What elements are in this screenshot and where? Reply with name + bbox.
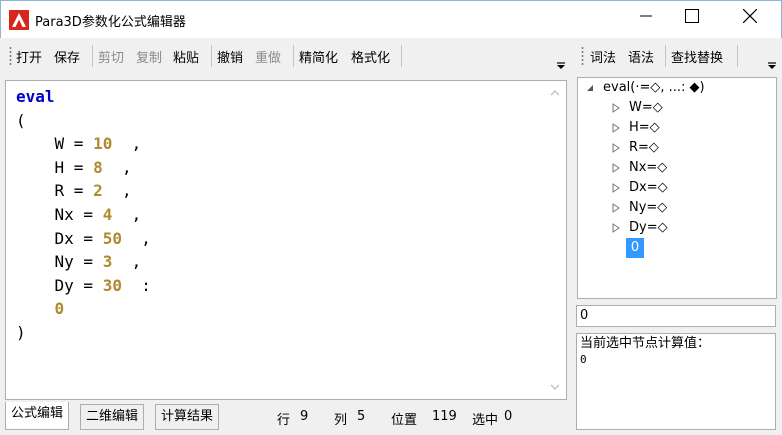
title-bar: Para3D参数化公式编辑器 — [0, 0, 782, 38]
toolbar-separator — [401, 45, 402, 67]
cut-button[interactable]: 剪切 — [98, 47, 124, 66]
window-title: Para3D参数化公式编辑器 — [35, 15, 186, 30]
formula-editor[interactable]: eval ( W = 10 , H = 8 , R = 2 , Nx = 4 ,… — [5, 80, 567, 400]
node-expression-field[interactable]: 0 — [576, 305, 776, 327]
param-value: 3 — [102, 252, 113, 272]
tree-node-selected[interactable]: 0 — [626, 238, 644, 258]
expanded-triangle-icon[interactable] — [585, 83, 595, 93]
tree-node-label: eval(·=◇, ...: ◆) — [603, 80, 705, 95]
edit-toolbar: 打开 保存 剪切 复制 粘贴 撤销 重做 精简化 格式化 — [5, 38, 569, 74]
param-value: 8 — [93, 157, 103, 177]
param-value: 4 — [102, 204, 113, 224]
minimize-button[interactable] — [623, 1, 669, 31]
collapsed-triangle-icon[interactable] — [611, 223, 621, 233]
analysis-toolbar: 词法 语法 查找替换 — [577, 38, 779, 74]
tab-calc-result[interactable]: 计算结果 — [155, 404, 220, 430]
toolbar-separator — [293, 45, 294, 67]
paste-button[interactable]: 粘贴 — [173, 47, 199, 66]
minimize-icon — [640, 15, 652, 16]
toolbar-overflow-icon[interactable] — [767, 62, 777, 70]
undo-button[interactable]: 撤销 — [217, 47, 243, 66]
param-name: Dx — [54, 228, 74, 248]
syntax-tree[interactable] — [577, 77, 777, 299]
param-value: 50 — [102, 228, 122, 248]
status-sel-value: 0 — [504, 409, 513, 424]
param-value: 30 — [102, 275, 122, 295]
scroll-down-icon[interactable] — [550, 383, 560, 391]
param-separator: , — [131, 204, 142, 224]
param-name: Nx — [54, 204, 74, 224]
result-value: 0 — [580, 353, 587, 366]
tree-node-label: R=◇ — [629, 140, 659, 155]
status-sel-label: 选中 — [472, 413, 499, 428]
maximize-button[interactable] — [669, 1, 715, 31]
toolbar-grip-icon[interactable] — [9, 46, 12, 66]
status-pos-value: 119 — [432, 409, 457, 424]
close-paren: ) — [16, 322, 26, 342]
editor-vertical-scrollbar[interactable] — [544, 81, 566, 399]
close-button[interactable] — [727, 1, 773, 31]
format-button[interactable]: 格式化 — [351, 47, 390, 66]
status-col-value: 5 — [357, 409, 366, 424]
tab-2d-edit[interactable]: 二维编辑 — [80, 404, 145, 430]
toolbar-separator — [211, 45, 212, 67]
param-separator: : — [141, 275, 151, 295]
find-replace-button[interactable]: 查找替换 — [671, 47, 723, 66]
status-row-value: 9 — [300, 409, 309, 424]
collapsed-triangle-icon[interactable] — [611, 163, 621, 173]
toolbar-separator — [665, 45, 666, 67]
redo-button[interactable]: 重做 — [255, 47, 281, 66]
eval-keyword: eval — [16, 87, 55, 106]
result-title: 当前选中节点计算值： — [580, 336, 711, 351]
copy-button[interactable]: 复制 — [136, 47, 162, 66]
save-button[interactable]: 保存 — [54, 47, 80, 66]
param-name: Dy — [54, 275, 74, 295]
param-separator: , — [141, 228, 151, 248]
tree-node-label: W=◇ — [629, 100, 663, 115]
simplify-button[interactable]: 精简化 — [299, 47, 338, 66]
collapsed-triangle-icon[interactable] — [611, 123, 621, 133]
status-col-label: 列 — [334, 413, 348, 428]
param-separator: , — [121, 181, 132, 201]
toolbar-overflow-icon[interactable] — [556, 62, 566, 70]
collapsed-triangle-icon[interactable] — [611, 103, 621, 113]
collapsed-triangle-icon[interactable] — [611, 203, 621, 213]
tree-node-label: Dy=◇ — [629, 220, 668, 235]
param-name: Ny — [54, 252, 74, 272]
toolbar-separator — [92, 45, 93, 67]
toolbar-separator — [737, 45, 738, 67]
open-paren: ( — [16, 110, 26, 130]
formula-code[interactable]: eval ( W = 10 , H = 8 , R = 2 , Nx = 4 ,… — [16, 85, 151, 345]
tree-node-label: Dx=◇ — [629, 180, 668, 195]
lexical-button[interactable]: 词法 — [590, 47, 616, 66]
collapsed-triangle-icon[interactable] — [611, 143, 621, 153]
tree-node-label: Ny=◇ — [629, 200, 668, 215]
param-name: H — [54, 157, 65, 177]
param-value: 10 — [93, 134, 113, 154]
param-name: R — [54, 181, 65, 201]
tree-node-label: Nx=◇ — [629, 160, 668, 175]
param-name: W — [54, 134, 65, 154]
param-separator: , — [131, 134, 142, 154]
param-value: 2 — [93, 181, 103, 201]
tree-node-label: H=◇ — [629, 120, 660, 135]
close-icon — [742, 8, 758, 23]
status-row-label: 行 — [277, 413, 291, 428]
param-separator: , — [131, 252, 142, 272]
scroll-up-icon[interactable] — [550, 89, 560, 97]
tab-formula-edit[interactable]: 公式编辑 — [5, 402, 70, 430]
syntax-button[interactable]: 语法 — [628, 47, 654, 66]
node-result-panel: 当前选中节点计算值： 0 — [576, 333, 776, 430]
toolbar-grip-icon[interactable] — [581, 46, 584, 66]
eval-body: 0 — [54, 299, 65, 319]
status-pos-label: 位置 — [391, 413, 418, 428]
app-logo-icon — [9, 10, 29, 30]
maximize-icon — [685, 8, 699, 23]
open-button[interactable]: 打开 — [16, 47, 42, 66]
param-separator: , — [121, 157, 132, 177]
collapsed-triangle-icon[interactable] — [611, 183, 621, 193]
